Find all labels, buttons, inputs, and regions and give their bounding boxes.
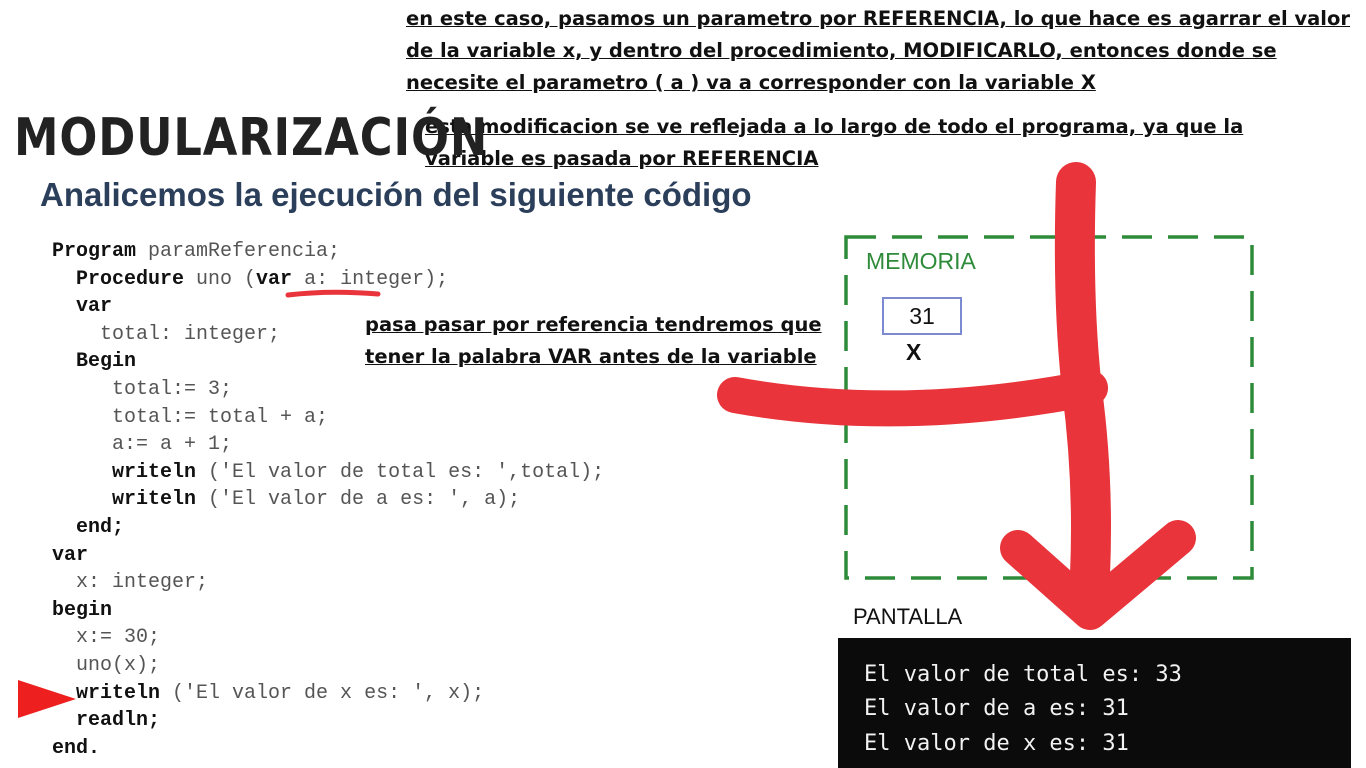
memory-panel: [844, 235, 1254, 580]
code-line: writeln ('El valor de a es: ', a);: [52, 486, 604, 514]
screen-line-a: El valor de a es: 31: [864, 696, 1129, 721]
code-keyword: Program: [52, 240, 137, 263]
memory-label: MEMORIA: [866, 248, 976, 274]
current-line-pointer-icon: [18, 680, 76, 718]
code-text: a:= a + 1;: [52, 433, 233, 457]
code-keyword: end.: [52, 736, 101, 760]
memory-cell-name: X: [906, 339, 922, 365]
code-line: end.: [52, 735, 604, 763]
code-keyword: var: [52, 543, 89, 567]
code-line: begin: [52, 597, 604, 625]
screen-line-total: El valor de total es: 33: [864, 662, 1182, 687]
code-text: x: integer;: [52, 571, 209, 595]
slide-title: MODULARIZACIÓN: [14, 108, 489, 168]
memory-cell-value: 31: [882, 297, 962, 335]
code-keyword: end;: [52, 515, 125, 539]
code-text: uno(x);: [52, 653, 161, 677]
code-line: uno(x);: [52, 652, 604, 680]
code-keyword: writeln: [52, 488, 197, 512]
note-program-effect: esta modificacion se ve reflejada a lo l…: [425, 115, 1244, 170]
code-line: readln;: [52, 707, 604, 735]
output-screen: El valor de total es: 33 El valor de a e…: [838, 638, 1351, 768]
code-line: Procedure uno (var a: integer);: [52, 266, 604, 294]
code-line: total:= total + a;: [52, 404, 604, 432]
code-keyword: begin: [52, 598, 113, 622]
code-keyword: Begin: [52, 350, 137, 374]
code-text: paramReferencia;: [136, 240, 341, 263]
code-line: writeln ('El valor de total es: ',total)…: [52, 459, 604, 487]
slide-subtitle: Analicemos la ejecución del siguiente có…: [40, 176, 752, 213]
code-line: a:= a + 1;: [52, 431, 604, 459]
code-line: x: integer;: [52, 569, 604, 597]
code-text: total:= 3;: [52, 377, 233, 401]
code-line: var: [52, 542, 604, 570]
code-text: a: integer);: [292, 267, 449, 291]
code-line: total:= 3;: [52, 376, 604, 404]
screen-label: PANTALLA: [853, 604, 963, 629]
code-line: end;: [52, 514, 604, 542]
code-keyword: var: [256, 267, 293, 291]
code-keyword: Procedure: [52, 267, 185, 291]
note-reference-explanation: en este caso, pasamos un parametro por R…: [406, 7, 1350, 94]
note-var-keyword: pasa pasar por referencia tendremos que …: [365, 313, 822, 368]
code-text: ('El valor de a es: ', a);: [196, 488, 521, 512]
code-text: total: integer;: [52, 322, 281, 346]
code-line: x:= 30;: [52, 624, 604, 652]
code-keyword: var: [52, 295, 113, 319]
code-text: ('El valor de x es: ', x);: [160, 681, 485, 705]
code-text: uno (: [184, 267, 257, 291]
code-line: Program paramReferencia;: [52, 238, 604, 266]
code-keyword: writeln: [52, 460, 197, 484]
code-text: x:= 30;: [52, 626, 161, 650]
code-text: total:= total + a;: [52, 405, 329, 429]
code-text: ('El valor de total es: ',total);: [196, 460, 605, 484]
screen-line-x: El valor de x es: 31: [864, 731, 1129, 756]
code-line: writeln ('El valor de x es: ', x);: [52, 680, 604, 708]
